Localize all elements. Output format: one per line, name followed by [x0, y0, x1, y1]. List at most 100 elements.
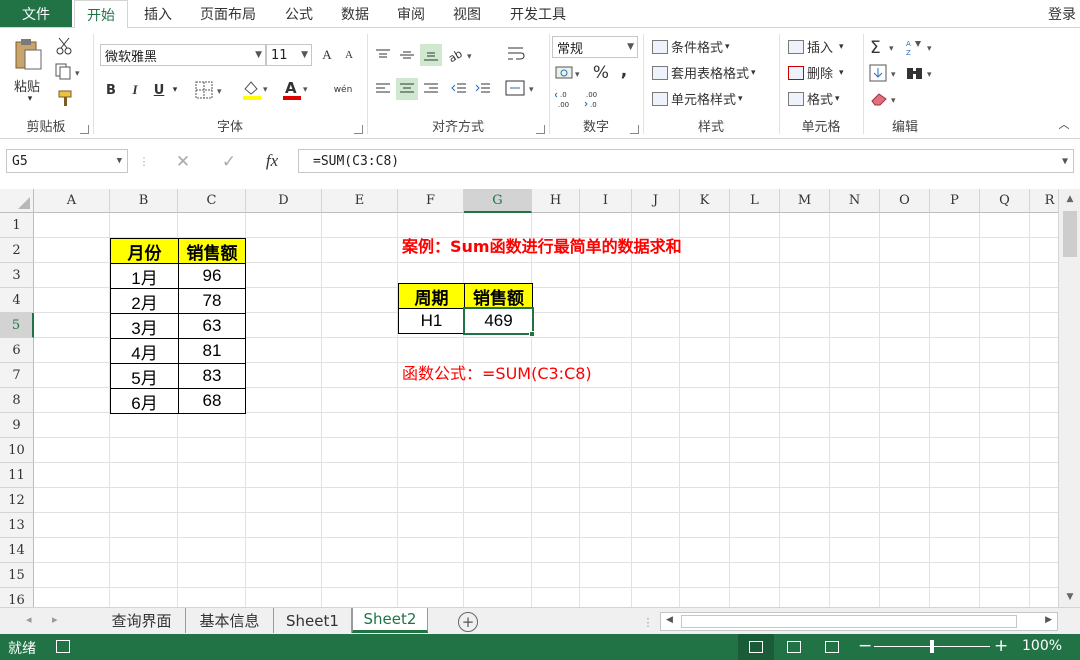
column-header-c[interactable]: C	[178, 189, 246, 213]
clear-icon[interactable]: ▾	[868, 88, 902, 110]
vertical-scroll-thumb[interactable]	[1063, 211, 1077, 257]
tab-developer[interactable]: 开发工具	[500, 0, 576, 27]
column-header-k[interactable]: K	[680, 189, 730, 213]
bold-button[interactable]: B	[102, 80, 120, 100]
column-header-j[interactable]: J	[632, 189, 680, 213]
fill-color-icon[interactable]: ▾	[240, 78, 274, 102]
insert-function-icon[interactable]: fx	[260, 149, 284, 173]
cell-styles-button[interactable]: 单元格样式 ▾	[652, 89, 743, 108]
result-header-period[interactable]: 周期	[398, 283, 465, 309]
row-header-7[interactable]: 7	[0, 363, 34, 388]
column-header-h[interactable]: H	[532, 189, 580, 213]
sheet-tab-sheet2[interactable]: Sheet2	[352, 608, 428, 633]
column-header-b[interactable]: B	[110, 189, 178, 213]
decrease-indent-icon[interactable]	[448, 78, 470, 100]
alignment-launcher-icon[interactable]	[536, 125, 545, 134]
sales-header-amount[interactable]: 销售额	[178, 238, 246, 264]
result-period-cell[interactable]: H1	[398, 308, 465, 334]
zoom-level[interactable]: 100%	[1022, 638, 1062, 654]
align-center-icon[interactable]	[396, 78, 418, 100]
borders-icon[interactable]: ▾	[194, 80, 228, 100]
sales-month-cell[interactable]: 2月	[110, 288, 179, 314]
column-header-e[interactable]: E	[322, 189, 398, 213]
row-header-6[interactable]: 6	[0, 338, 34, 363]
decrease-decimal-icon[interactable]: .00.0	[582, 88, 608, 110]
number-format-select[interactable]: 常规 ▼	[552, 36, 638, 58]
italic-button[interactable]: I	[126, 80, 144, 100]
tab-insert[interactable]: 插入	[134, 0, 182, 27]
page-break-view-button[interactable]	[814, 634, 850, 660]
sheet-tab-sheet1[interactable]: Sheet1	[274, 608, 352, 633]
worksheet-grid[interactable]: ABCDEFGHIJKLMNOPQR 1 2 3 4 5 6 7 8 9 10 11 12 13 14 15…	[0, 183, 1080, 607]
more-options-icon[interactable]: ⋮	[139, 153, 150, 169]
row-header-3[interactable]: 3	[0, 263, 34, 288]
enter-icon[interactable]: ✓	[218, 151, 240, 173]
align-left-icon[interactable]	[372, 78, 394, 100]
select-all-corner[interactable]	[0, 189, 34, 213]
sheet-tab-query[interactable]: 查询界面	[98, 608, 186, 633]
grow-font-icon[interactable]: A	[318, 46, 336, 64]
orientation-icon[interactable]: ab ▾	[446, 44, 478, 66]
sales-amount-cell[interactable]: 96	[178, 263, 246, 289]
tab-view[interactable]: 视图	[444, 0, 490, 27]
page-layout-view-button[interactable]	[776, 634, 812, 660]
row-header-13[interactable]: 13	[0, 513, 34, 538]
percent-icon[interactable]: %	[592, 62, 610, 84]
file-tab[interactable]: 文件	[0, 0, 72, 27]
tab-review[interactable]: 审阅	[388, 0, 434, 27]
merge-center-icon[interactable]: ▾	[504, 76, 540, 100]
increase-indent-icon[interactable]	[472, 78, 494, 100]
paste-dropdown-icon[interactable]: ▾	[24, 94, 36, 104]
sort-filter-icon[interactable]: A Z ▾	[904, 36, 938, 58]
fill-handle[interactable]	[529, 331, 535, 337]
align-middle-icon[interactable]	[396, 44, 418, 66]
row-header-1[interactable]: 1	[0, 213, 34, 238]
sales-month-cell[interactable]: 6月	[110, 388, 179, 414]
shrink-font-icon[interactable]: A	[340, 46, 358, 64]
cut-icon[interactable]	[54, 36, 74, 56]
zoom-out-icon[interactable]: −	[858, 636, 872, 656]
column-header-l[interactable]: L	[730, 189, 780, 213]
collapse-ribbon-icon[interactable]: ︿	[1056, 116, 1072, 132]
row-header-12[interactable]: 12	[0, 488, 34, 513]
add-sheet-icon[interactable]: +	[458, 612, 478, 632]
tab-formulas[interactable]: 公式	[276, 0, 322, 27]
wrap-text-icon[interactable]	[504, 42, 528, 66]
row-header-8[interactable]: 8	[0, 388, 34, 413]
scroll-right-icon[interactable]: ▶	[1045, 615, 1052, 625]
column-header-i[interactable]: I	[580, 189, 632, 213]
zoom-in-icon[interactable]: +	[994, 636, 1008, 656]
sales-month-cell[interactable]: 3月	[110, 313, 179, 339]
formula-input[interactable]: =SUM(C3:C8) ▼	[298, 149, 1074, 173]
sales-amount-cell[interactable]: 81	[178, 338, 246, 364]
row-header-14[interactable]: 14	[0, 538, 34, 563]
column-header-m[interactable]: M	[780, 189, 830, 213]
align-right-icon[interactable]	[420, 78, 442, 100]
column-header-n[interactable]: N	[830, 189, 880, 213]
normal-view-button[interactable]	[738, 634, 774, 660]
currency-icon[interactable]: ▾	[554, 62, 588, 84]
column-header-o[interactable]: O	[880, 189, 930, 213]
fill-icon[interactable]: ▾	[868, 62, 902, 84]
tab-page-layout[interactable]: 页面布局	[190, 0, 266, 27]
row-header-4[interactable]: 4	[0, 288, 34, 313]
sales-amount-cell[interactable]: 68	[178, 388, 246, 414]
sales-month-cell[interactable]: 1月	[110, 263, 179, 289]
autosum-icon[interactable]: Σ ▾	[868, 36, 902, 58]
row-header-10[interactable]: 10	[0, 438, 34, 463]
sales-amount-cell[interactable]: 78	[178, 288, 246, 314]
column-header-g[interactable]: G	[464, 189, 532, 213]
conditional-formatting-button[interactable]: 条件格式 ▾	[652, 37, 730, 56]
format-cells-button[interactable]: 格式 ▾	[788, 89, 840, 108]
column-header-q[interactable]: Q	[980, 189, 1030, 213]
column-header-f[interactable]: F	[398, 189, 464, 213]
paste-icon[interactable]	[12, 36, 44, 72]
vertical-scrollbar[interactable]: ▲ ▼	[1058, 189, 1080, 607]
cancel-icon[interactable]: ✕	[172, 151, 194, 173]
tab-home[interactable]: 开始	[74, 0, 128, 28]
phonetic-guide-icon[interactable]: wén	[326, 78, 360, 102]
tab-split-icon[interactable]: ⋮	[643, 614, 654, 630]
zoom-slider-thumb[interactable]	[930, 640, 934, 653]
chevron-down-icon[interactable]: ▾	[170, 82, 180, 98]
sales-amount-cell[interactable]: 63	[178, 313, 246, 339]
